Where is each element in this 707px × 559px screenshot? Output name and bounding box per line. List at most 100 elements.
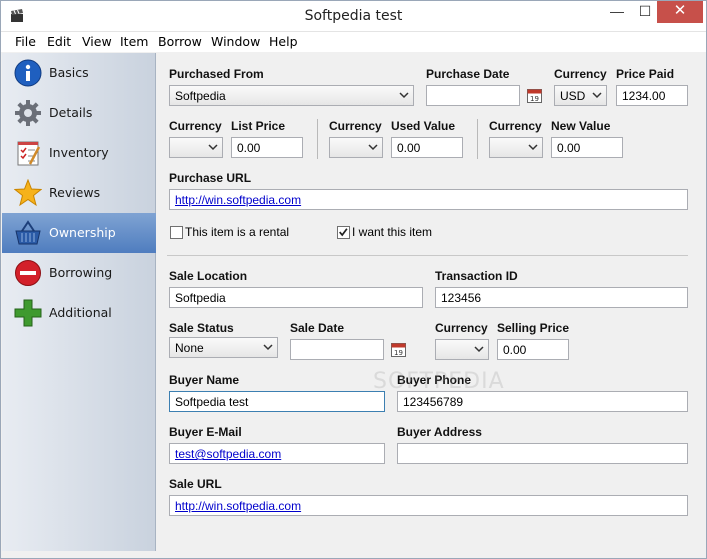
ownership-panel: Purchased From Softpedia Purchase Date 1…: [157, 53, 706, 551]
app-window: Softpedia test — ☐ ✕ File Edit View Item…: [0, 0, 707, 559]
close-button[interactable]: ✕: [657, 1, 703, 23]
sale-date-label: Sale Date: [290, 321, 345, 335]
divider: [477, 119, 478, 159]
sidebar-item-label: Inventory: [49, 145, 109, 160]
sidebar-item-label: Ownership: [49, 225, 116, 240]
transaction-id-label: Transaction ID: [435, 269, 518, 283]
purchase-currency-select[interactable]: USD: [554, 85, 607, 106]
purchase-currency-label: Currency: [554, 67, 607, 81]
checkmark-icon: [339, 228, 348, 237]
purchase-date-label: Purchase Date: [426, 67, 510, 81]
purchase-date-field[interactable]: [426, 85, 520, 106]
info-icon: [14, 59, 42, 87]
chevron-down-icon: [474, 346, 484, 353]
sale-url-link[interactable]: http://win.softpedia.com: [175, 499, 301, 513]
menu-edit[interactable]: Edit: [47, 34, 71, 49]
list-price-label: List Price: [231, 119, 286, 133]
menu-view[interactable]: View: [82, 34, 112, 49]
sidebar-item-details[interactable]: Details: [2, 93, 156, 133]
selling-price-field[interactable]: 0.00: [497, 339, 569, 360]
buyer-email-link[interactable]: test@softpedia.com: [175, 447, 281, 461]
buyer-phone-field[interactable]: 123456789: [397, 391, 688, 412]
used-value-label: Used Value: [391, 119, 456, 133]
sidebar-item-inventory[interactable]: Inventory: [2, 133, 156, 173]
window-title: Softpedia test: [304, 8, 403, 24]
want-item-checkbox[interactable]: [337, 226, 350, 239]
watermark: SOFTPEDIA: [373, 369, 505, 394]
rental-checkbox-label[interactable]: This item is a rental: [185, 225, 289, 239]
menu-item[interactable]: Item: [120, 34, 148, 49]
menu-window[interactable]: Window: [211, 34, 260, 49]
selling-price-label: Selling Price: [497, 321, 570, 335]
chevron-down-icon: [368, 144, 378, 151]
calendar-icon[interactable]: 19: [391, 342, 406, 357]
sidebar-item-label: Basics: [49, 65, 89, 80]
sale-status-label: Sale Status: [169, 321, 234, 335]
buyer-address-label: Buyer Address: [397, 425, 482, 439]
used-value-field[interactable]: 0.00: [391, 137, 463, 158]
menu-file[interactable]: File: [15, 34, 36, 49]
sidebar-item-reviews[interactable]: Reviews: [2, 173, 156, 213]
sidebar-item-label: Reviews: [49, 185, 101, 200]
used-currency-select[interactable]: [329, 137, 383, 158]
sale-currency-select[interactable]: [435, 339, 489, 360]
title-bar[interactable]: Softpedia test — ☐ ✕: [1, 1, 706, 32]
list-currency-select[interactable]: [169, 137, 223, 158]
list-currency-label: Currency: [169, 119, 222, 133]
purchase-url-link[interactable]: http://win.softpedia.com: [175, 193, 301, 207]
sidebar-item-label: Details: [49, 105, 93, 120]
checklist-icon: [17, 141, 41, 166]
sidebar-item-basics[interactable]: Basics: [2, 53, 156, 93]
sale-url-field[interactable]: http://win.softpedia.com: [169, 495, 688, 516]
want-item-checkbox-label[interactable]: I want this item: [352, 225, 432, 239]
section-divider: [167, 255, 688, 256]
new-currency-label: Currency: [489, 119, 542, 133]
purchased-from-label: Purchased From: [169, 67, 264, 81]
chevron-down-icon: [208, 144, 218, 151]
used-currency-label: Currency: [329, 119, 382, 133]
chevron-down-icon: [592, 92, 602, 99]
purchase-url-label: Purchase URL: [169, 171, 252, 185]
svg-text:19: 19: [530, 95, 539, 103]
minimize-button[interactable]: —: [603, 1, 631, 23]
price-paid-field[interactable]: 1234.00: [616, 85, 688, 106]
purchased-from-select[interactable]: Softpedia: [169, 85, 414, 106]
menu-bar: File Edit View Item Borrow Window Help: [1, 32, 706, 52]
menu-help[interactable]: Help: [269, 34, 298, 49]
buyer-email-field[interactable]: test@softpedia.com: [169, 443, 385, 464]
svg-text:19: 19: [394, 349, 403, 357]
gear-icon: [15, 100, 41, 126]
sale-location-field[interactable]: Softpedia: [169, 287, 423, 308]
price-paid-label: Price Paid: [616, 67, 675, 81]
chevron-down-icon: [399, 92, 409, 99]
list-price-field[interactable]: 0.00: [231, 137, 303, 158]
transaction-id-field[interactable]: 123456: [435, 287, 688, 308]
sidebar-item-label: Additional: [49, 305, 112, 320]
sale-status-value: None: [175, 341, 204, 355]
new-currency-select[interactable]: [489, 137, 543, 158]
sale-status-select[interactable]: None: [169, 337, 278, 358]
chevron-down-icon: [528, 144, 538, 151]
divider: [317, 119, 318, 159]
sidebar-item-additional[interactable]: Additional: [2, 293, 156, 333]
sidebar-item-label: Borrowing: [49, 265, 113, 280]
maximize-button[interactable]: ☐: [631, 1, 659, 23]
rental-checkbox[interactable]: [170, 226, 183, 239]
sale-url-label: Sale URL: [169, 477, 222, 491]
buyer-name-field[interactable]: Softpedia test: [169, 391, 385, 412]
new-value-field[interactable]: 0.00: [551, 137, 623, 158]
calendar-icon[interactable]: 19: [527, 88, 542, 103]
sidebar-item-ownership[interactable]: Ownership: [2, 213, 156, 253]
sale-currency-label: Currency: [435, 321, 488, 335]
buyer-address-field[interactable]: [397, 443, 688, 464]
sale-date-field[interactable]: [290, 339, 384, 360]
basket-icon: [15, 220, 41, 245]
menu-borrow[interactable]: Borrow: [158, 34, 202, 49]
new-value-label: New Value: [551, 119, 611, 133]
purchased-from-value: Softpedia: [175, 89, 226, 103]
buyer-name-label: Buyer Name: [169, 373, 240, 387]
sidebar-item-borrowing[interactable]: Borrowing: [2, 253, 156, 293]
star-icon: [14, 179, 42, 207]
plus-icon: [14, 299, 42, 327]
purchase-url-field[interactable]: http://win.softpedia.com: [169, 189, 688, 210]
